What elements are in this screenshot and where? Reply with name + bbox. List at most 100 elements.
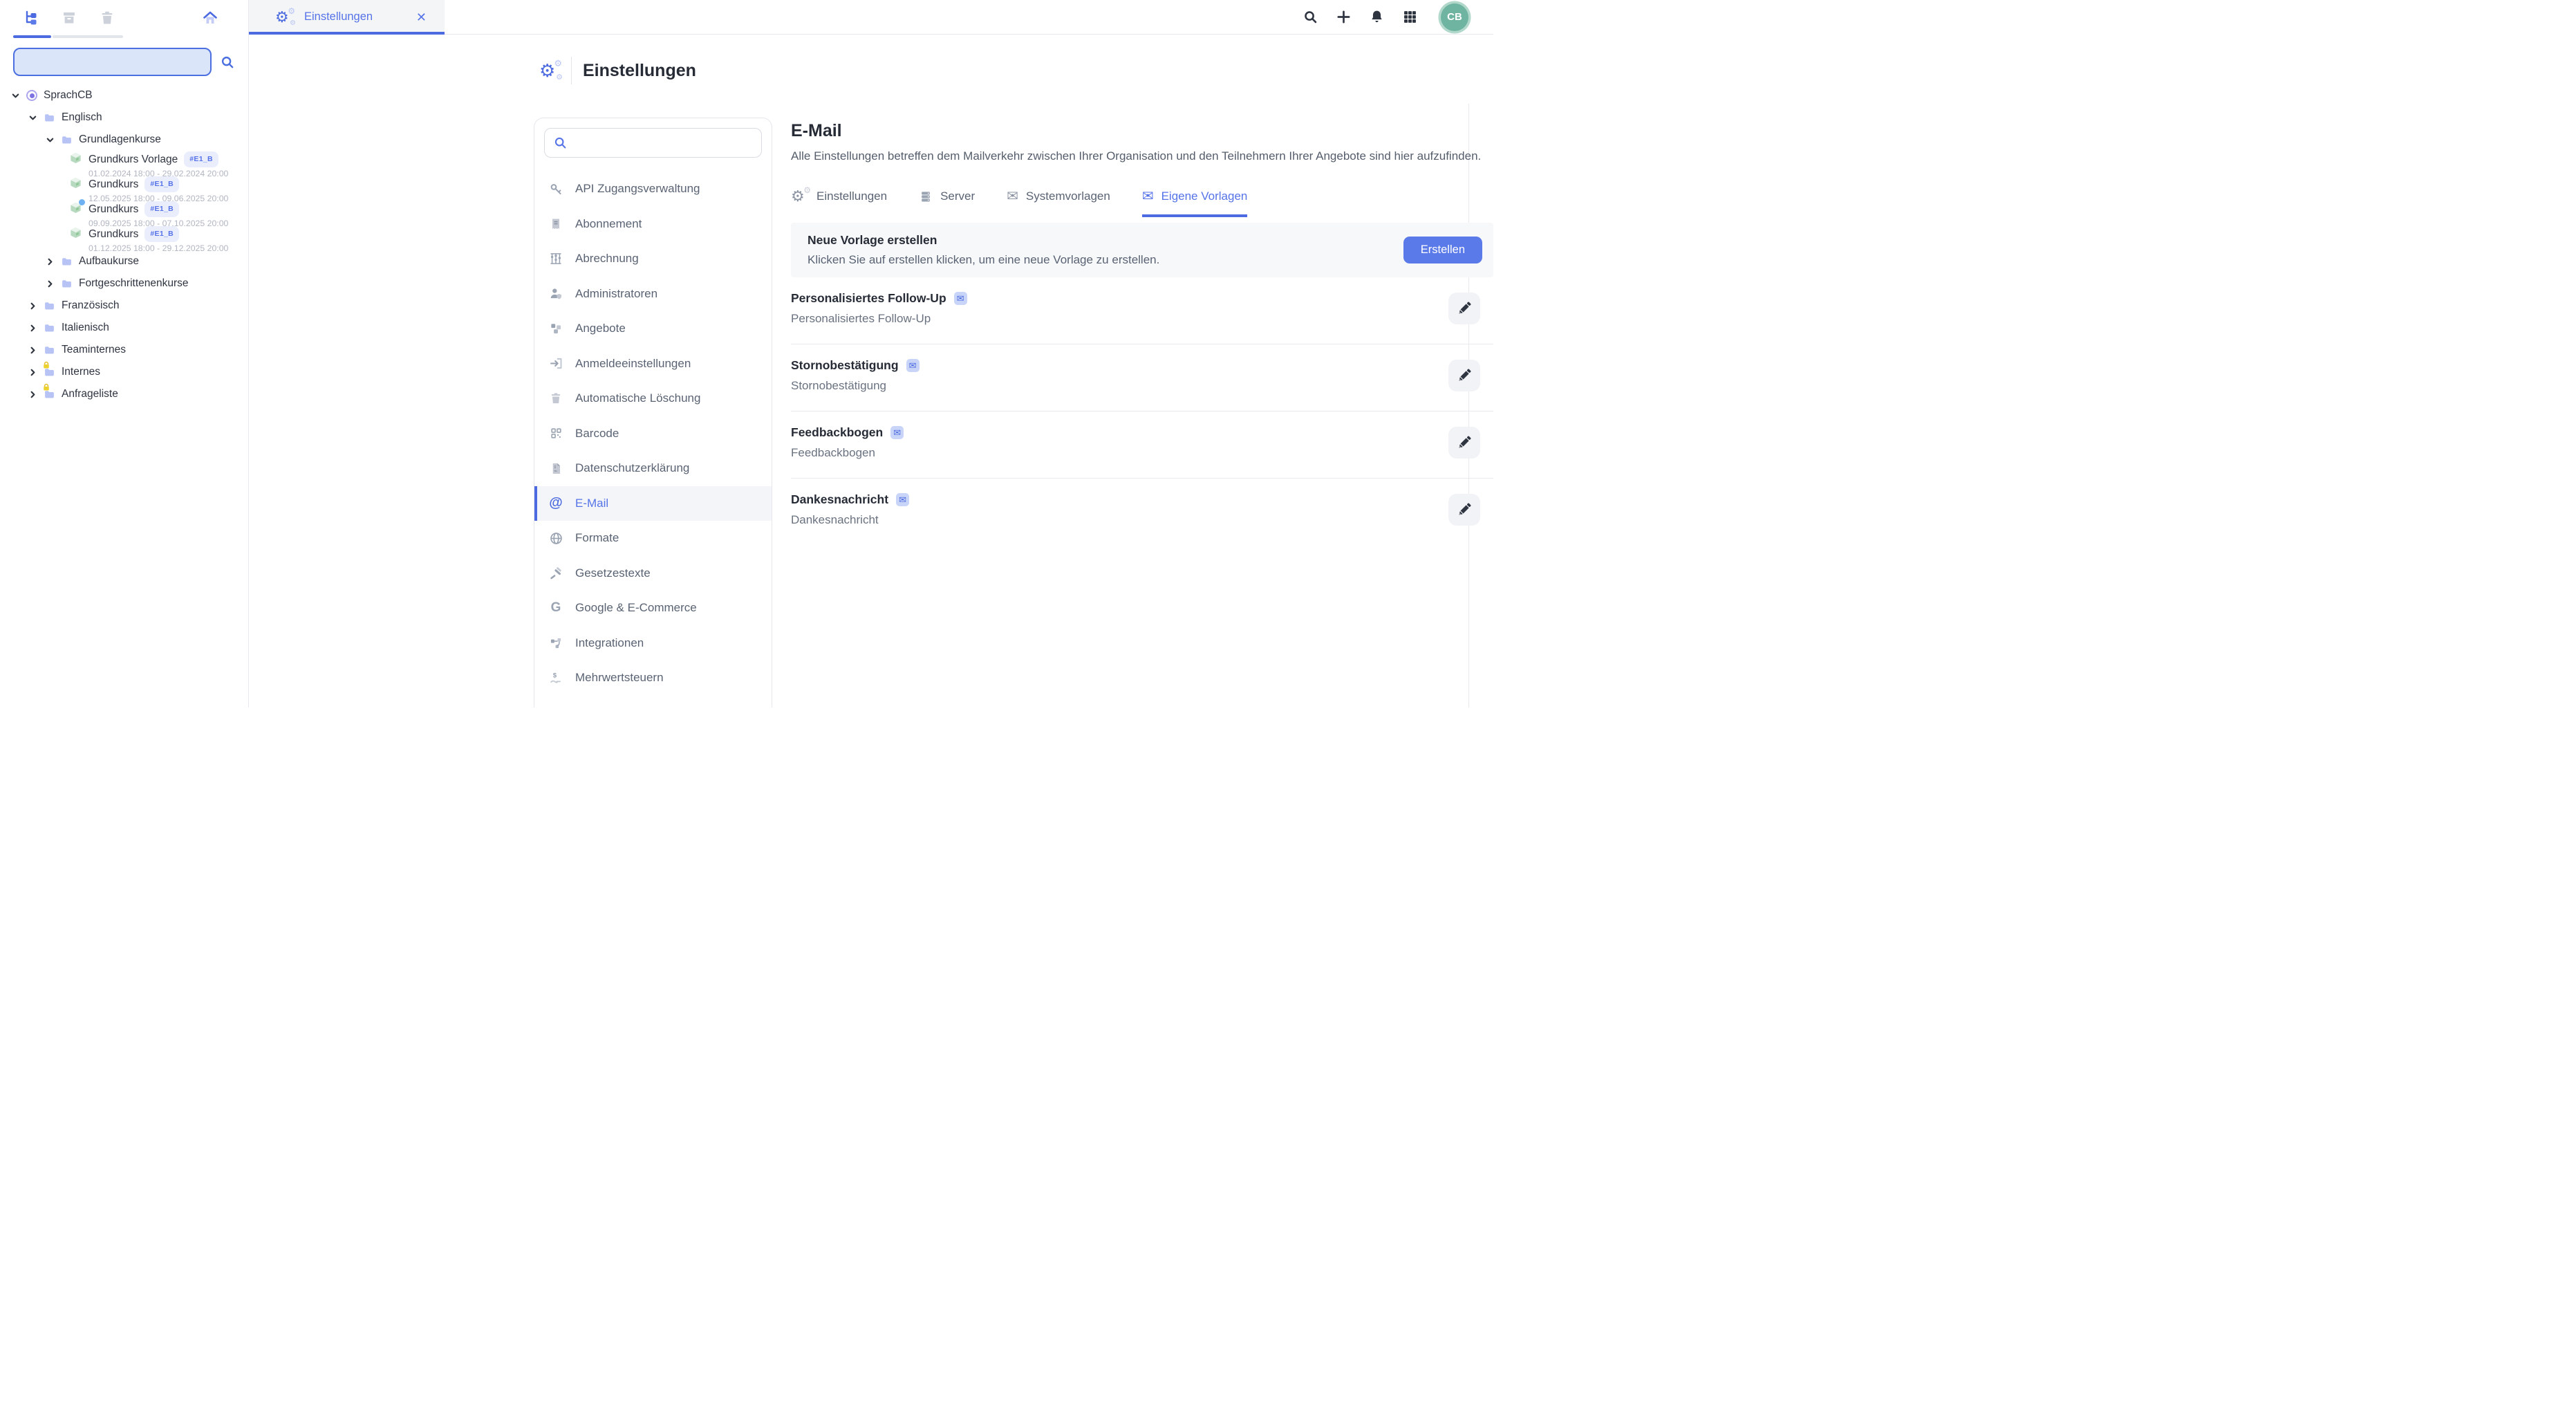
settings-menu-item-organisation[interactable]: Organisation bbox=[534, 696, 772, 708]
tab-label: Server bbox=[940, 189, 975, 203]
chevron-icon[interactable] bbox=[46, 279, 55, 288]
settings-menu-item-api-zugangsverwaltung[interactable]: API Zugangsverwaltung bbox=[534, 172, 772, 207]
active-tab-underline bbox=[13, 35, 51, 38]
tree-item-icon bbox=[44, 344, 55, 356]
chevron-icon[interactable] bbox=[28, 368, 37, 377]
tree-item-label: Englisch bbox=[62, 111, 102, 124]
menu-item-icon: $ bbox=[548, 670, 563, 685]
avatar[interactable]: CB bbox=[1441, 3, 1468, 31]
settings-menu-item-formate[interactable]: Formate bbox=[534, 521, 772, 556]
tree-item[interactable]: Italienisch bbox=[0, 317, 248, 339]
settings-menu-item-abonnement[interactable]: Abonnement bbox=[534, 207, 772, 242]
template-row: Feedbackbogen✉ Feedbackbogen bbox=[791, 411, 1493, 479]
settings-menu-item-datenschutzerkl-rung[interactable]: Datenschutzerklärung bbox=[534, 451, 772, 486]
sidebar-tab-indicator bbox=[0, 35, 248, 39]
edit-template-button[interactable] bbox=[1448, 360, 1480, 391]
tree-item[interactable]: Englisch bbox=[0, 107, 248, 129]
menu-item-icon bbox=[548, 426, 563, 441]
tree-item-icon bbox=[44, 367, 55, 378]
tree-item[interactable]: Anfrageliste bbox=[0, 383, 248, 405]
archive-icon[interactable] bbox=[61, 10, 77, 26]
menu-item-icon: G bbox=[548, 600, 563, 616]
tree-item[interactable]: Fortgeschrittenenkurse bbox=[0, 272, 248, 295]
course-body: Grundkurs#E1_B 09.09.2025 18:00 - 07.10.… bbox=[88, 201, 228, 228]
settings-menu-item-gesetzestexte[interactable]: Gesetzestexte bbox=[534, 556, 772, 591]
tree-item-icon bbox=[26, 90, 37, 101]
search-icon[interactable] bbox=[220, 55, 235, 70]
tree-view-icon[interactable] bbox=[23, 10, 39, 26]
chevron-icon[interactable] bbox=[28, 113, 37, 122]
tree-item-icon bbox=[61, 278, 73, 290]
notifications-bell-icon[interactable] bbox=[1369, 9, 1385, 25]
settings-menu-item-automatische-l-schung[interactable]: Automatische Löschung bbox=[534, 381, 772, 416]
search-icon bbox=[553, 136, 568, 150]
add-icon[interactable] bbox=[1336, 9, 1352, 25]
chevron-icon[interactable] bbox=[28, 390, 37, 399]
template-texts: Feedbackbogen✉ Feedbackbogen bbox=[791, 425, 904, 460]
menu-item-icon bbox=[548, 321, 563, 336]
edit-template-button[interactable] bbox=[1448, 293, 1480, 324]
menu-item-icon bbox=[548, 461, 563, 476]
tree-item[interactable]: Teaminternes bbox=[0, 339, 248, 361]
sidebar-toolbar bbox=[0, 0, 248, 35]
tree-item-course[interactable]: Grundkurs Vorlage#E1_B 01.02.2024 18:00 … bbox=[0, 151, 248, 176]
edit-template-button[interactable] bbox=[1448, 494, 1480, 526]
search-icon[interactable] bbox=[1303, 9, 1318, 25]
settings-menu-item-abrechnung[interactable]: Abrechnung bbox=[534, 241, 772, 277]
email-tabs: ⚙⚙ Einstellungen Server ✉ Systemvorlagen… bbox=[791, 188, 1493, 217]
create-button[interactable]: Erstellen bbox=[1403, 237, 1482, 263]
settings-menu-item-angebote[interactable]: Angebote bbox=[534, 311, 772, 346]
email-tab-server[interactable]: Server bbox=[919, 188, 975, 217]
tree-item[interactable]: Grundlagenkurse bbox=[0, 129, 248, 151]
course-dates: 01.12.2025 18:00 - 29.12.2025 20:00 bbox=[88, 243, 228, 253]
menu-search-input[interactable] bbox=[575, 136, 753, 149]
tree-item-label: Italienisch bbox=[62, 322, 109, 334]
menu-item-label: Formate bbox=[575, 531, 619, 545]
tree-item-course[interactable]: Grundkurs#E1_B 01.12.2025 18:00 - 29.12.… bbox=[0, 225, 248, 250]
menu-item-label: Anmeldeeinstellungen bbox=[575, 357, 691, 371]
tree-item-course[interactable]: Grundkurs#E1_B 09.09.2025 18:00 - 07.10.… bbox=[0, 201, 248, 225]
email-tab-eigene-vorlagen[interactable]: ✉ Eigene Vorlagen bbox=[1142, 188, 1248, 217]
course-badge: #E1_B bbox=[184, 151, 218, 167]
settings-menu-card: API Zugangsverwaltung Abonnement Abrechn… bbox=[534, 118, 772, 708]
chevron-icon[interactable] bbox=[28, 346, 37, 355]
menu-item-label: Angebote bbox=[575, 322, 626, 335]
edit-template-button[interactable] bbox=[1448, 427, 1480, 459]
tree-search-row bbox=[13, 48, 235, 76]
tab-einstellungen[interactable]: ⚙⚙⚙ Einstellungen ✕ bbox=[249, 0, 445, 34]
settings-menu-item-google-e-commerce[interactable]: G Google & E-Commerce bbox=[534, 591, 772, 626]
email-tab-systemvorlagen[interactable]: ✉ Systemvorlagen bbox=[1007, 188, 1110, 217]
settings-menu-item-integrationen[interactable]: Integrationen bbox=[534, 626, 772, 661]
settings-menu-item-administratoren[interactable]: Administratoren bbox=[534, 277, 772, 312]
tree-item[interactable]: Aufbaukurse bbox=[0, 250, 248, 272]
topbar-actions: CB bbox=[1303, 3, 1468, 31]
chevron-icon[interactable] bbox=[46, 257, 55, 266]
course-label: Grundkurs bbox=[88, 228, 138, 240]
menu-item-icon bbox=[548, 566, 563, 581]
close-icon[interactable]: ✕ bbox=[416, 11, 427, 24]
tree-item-course[interactable]: Grundkurs#E1_B 12.05.2025 18:00 - 09.06.… bbox=[0, 176, 248, 201]
svg-text:$: $ bbox=[552, 672, 557, 679]
settings-menu-item-barcode[interactable]: Barcode bbox=[534, 416, 772, 452]
tree-item[interactable]: SprachCB bbox=[0, 84, 248, 107]
course-badge: #E1_B bbox=[144, 176, 179, 192]
tree-item-label: Fortgeschrittenenkurse bbox=[79, 277, 189, 290]
create-template-banner: Neue Vorlage erstellen Klicken Sie auf e… bbox=[791, 223, 1493, 277]
tree-item[interactable]: Französisch bbox=[0, 295, 248, 317]
trash-icon[interactable] bbox=[99, 10, 115, 26]
course-label: Grundkurs Vorlage bbox=[88, 154, 178, 165]
chevron-icon[interactable] bbox=[28, 302, 37, 311]
chevron-icon[interactable] bbox=[28, 324, 37, 333]
menu-item-icon bbox=[548, 391, 563, 406]
home-icon[interactable] bbox=[202, 10, 218, 26]
email-tab-einstellungen[interactable]: ⚙⚙ Einstellungen bbox=[791, 188, 887, 217]
settings-menu-item-anmeldeeinstellungen[interactable]: Anmeldeeinstellungen bbox=[534, 346, 772, 382]
app-window: SprachCB Englisch Grundlagenkurse Grundk… bbox=[0, 0, 1288, 708]
tree-search-input[interactable] bbox=[13, 48, 212, 76]
apps-grid-icon[interactable] bbox=[1402, 9, 1418, 25]
chevron-icon[interactable] bbox=[11, 91, 20, 100]
settings-menu-item-e-mail[interactable]: @ E-Mail bbox=[534, 486, 772, 521]
settings-menu-item-mehrwertsteuern[interactable]: $ Mehrwertsteuern bbox=[534, 660, 772, 696]
tree-item[interactable]: Internes bbox=[0, 361, 248, 383]
chevron-icon[interactable] bbox=[46, 136, 55, 145]
